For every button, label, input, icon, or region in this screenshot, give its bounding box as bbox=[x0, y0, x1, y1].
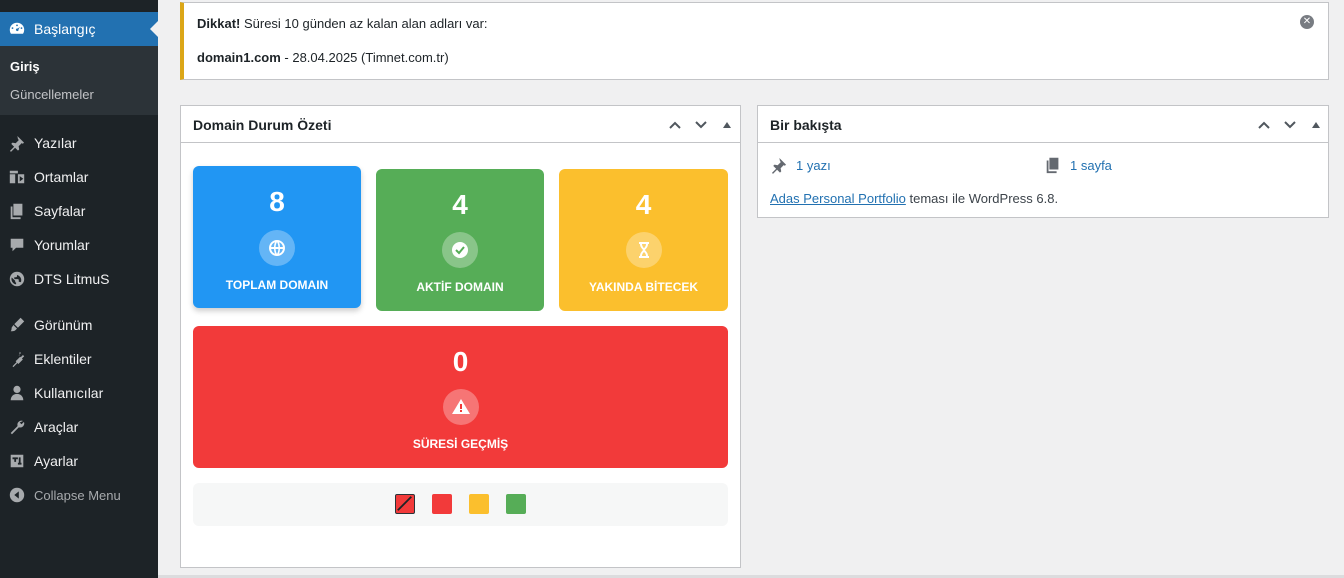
active-domain-count: 4 bbox=[452, 189, 468, 220]
media-icon bbox=[0, 168, 34, 186]
theme-info: Adas Personal Portfolio teması ile WordP… bbox=[770, 191, 1058, 206]
active-domain-card: 4 AKTİF DOMAIN bbox=[376, 169, 544, 311]
dismiss-notice-icon[interactable]: ✕ bbox=[1300, 15, 1314, 29]
widget-header: Bir bakışta bbox=[758, 106, 1328, 143]
menu-label-tools: Araçlar bbox=[34, 419, 79, 435]
collapse-menu-button[interactable]: Collapse Menu bbox=[0, 478, 158, 512]
plugins-icon bbox=[0, 350, 34, 368]
total-domain-count: 8 bbox=[269, 186, 285, 217]
notice-domain-line: domain1.com - 28.04.2025 (Timnet.com.tr) bbox=[197, 50, 449, 65]
menu-item-dts-litmus[interactable]: DTS LitmuS bbox=[0, 262, 158, 296]
menu-label-dts-litmus: DTS LitmuS bbox=[34, 271, 110, 287]
submenu-item-home[interactable]: Giriş bbox=[10, 59, 40, 74]
expiring-soon-label: YAKINDA BİTECEK bbox=[588, 280, 699, 294]
expired-domain-count: 0 bbox=[452, 346, 469, 377]
notice-domain-detail: - 28.04.2025 (Timnet.com.tr) bbox=[280, 50, 449, 65]
menu-label-users: Kullanıcılar bbox=[34, 385, 104, 401]
glance-pages-count: 1 sayfa bbox=[1070, 157, 1112, 173]
legend-swatch-expired-icon bbox=[395, 494, 415, 514]
collapse-icon bbox=[0, 486, 34, 504]
widget-title: Domain Durum Özeti bbox=[193, 117, 332, 133]
move-down-icon[interactable] bbox=[690, 114, 712, 136]
menu-item-settings[interactable]: Ayarlar bbox=[0, 444, 158, 478]
menu-item-comments[interactable]: Yorumlar bbox=[0, 228, 158, 262]
glance-posts-link[interactable]: 1 yazı bbox=[770, 156, 831, 174]
active-domain-label: AKTİF DOMAIN bbox=[416, 280, 504, 294]
expired-domain-card: 0 SÜRESİ GEÇMİŞ bbox=[193, 326, 728, 468]
glance-pages-link[interactable]: 1 sayfa bbox=[1044, 156, 1112, 174]
menu-item-media[interactable]: Ortamlar bbox=[0, 160, 158, 194]
appearance-icon bbox=[0, 316, 34, 334]
legend-swatch-red bbox=[432, 494, 452, 514]
menu-item-plugins[interactable]: Eklentiler bbox=[0, 342, 158, 376]
notice-text: Süresi 10 günden az kalan alan adları va… bbox=[240, 16, 488, 31]
at-a-glance-widget: Bir bakışta 1 yazı 1 sayfa Adas Personal… bbox=[757, 105, 1329, 218]
move-up-icon[interactable] bbox=[1253, 114, 1275, 136]
legend-swatch-yellow bbox=[469, 494, 489, 514]
expiring-soon-card: 4 YAKINDA BİTECEK bbox=[559, 169, 728, 311]
dashboard-submenu: Giriş Güncellemeler bbox=[0, 46, 158, 115]
menu-label-appearance: Görünüm bbox=[34, 317, 93, 333]
submenu-item-updates[interactable]: Güncellemeler bbox=[10, 87, 94, 102]
toggle-panel-icon[interactable] bbox=[716, 114, 738, 136]
hourglass-icon bbox=[625, 232, 662, 268]
comments-icon bbox=[0, 236, 34, 254]
notice-domain-name: domain1.com bbox=[197, 50, 281, 65]
expired-domain-label: SÜRESİ GEÇMİŞ bbox=[412, 437, 509, 451]
pin-icon bbox=[771, 157, 787, 174]
users-icon bbox=[0, 384, 34, 402]
tools-icon bbox=[0, 418, 34, 436]
theme-link[interactable]: Adas Personal Portfolio bbox=[770, 191, 906, 206]
widget-header: Domain Durum Özeti bbox=[181, 106, 740, 143]
menu-item-tools[interactable]: Araçlar bbox=[0, 410, 158, 444]
pages-icon bbox=[0, 202, 34, 220]
notice-bold-label: Dikkat! bbox=[197, 16, 241, 31]
domain-status-widget: Domain Durum Özeti 8 TOPLAM DOMAIN 4 AKT… bbox=[180, 105, 741, 568]
menu-item-users[interactable]: Kullanıcılar bbox=[0, 376, 158, 410]
status-color-legend bbox=[193, 483, 728, 526]
expiring-soon-count: 4 bbox=[635, 189, 652, 220]
menu-label-settings: Ayarlar bbox=[34, 453, 79, 469]
globe-icon bbox=[259, 230, 295, 266]
warning-icon bbox=[442, 389, 479, 425]
menu-label-media: Ortamlar bbox=[34, 169, 89, 185]
collapse-menu-label: Collapse Menu bbox=[34, 487, 121, 503]
menu-label-plugins: Eklentiler bbox=[34, 351, 92, 367]
theme-info-suffix: teması ile WordPress 6.8. bbox=[905, 191, 1059, 206]
widget-title: Bir bakışta bbox=[770, 117, 842, 133]
pages-icon bbox=[1046, 157, 1059, 174]
total-domain-card: 8 TOPLAM DOMAIN bbox=[193, 166, 361, 308]
total-domain-label: TOPLAM DOMAIN bbox=[225, 278, 329, 292]
active-menu-arrow bbox=[150, 21, 158, 37]
menu-item-appearance[interactable]: Görünüm bbox=[0, 308, 158, 342]
move-down-icon[interactable] bbox=[1279, 114, 1301, 136]
move-up-icon[interactable] bbox=[664, 114, 686, 136]
expiry-warning-notice: Dikkat! Süresi 10 günden az kalan alan a… bbox=[180, 2, 1329, 80]
admin-sidebar: Başlangıç Giriş Güncellemeler Yazılar Or… bbox=[0, 0, 158, 578]
globe-icon bbox=[0, 270, 34, 288]
notice-message: Dikkat! Süresi 10 günden az kalan alan a… bbox=[197, 16, 488, 31]
menu-label-comments: Yorumlar bbox=[34, 237, 90, 253]
settings-icon bbox=[0, 452, 34, 470]
pin-icon bbox=[0, 134, 34, 152]
menu-item-dashboard[interactable]: Başlangıç bbox=[0, 12, 158, 46]
menu-item-posts[interactable]: Yazılar bbox=[0, 126, 158, 160]
menu-label-dashboard: Başlangıç bbox=[34, 21, 96, 37]
legend-swatch-green bbox=[506, 494, 526, 514]
toggle-panel-icon[interactable] bbox=[1305, 114, 1327, 136]
menu-label-posts: Yazılar bbox=[34, 135, 77, 151]
menu-label-pages: Sayfalar bbox=[34, 203, 86, 219]
menu-item-pages[interactable]: Sayfalar bbox=[0, 194, 158, 228]
check-circle-icon bbox=[442, 232, 478, 268]
dashboard-icon bbox=[0, 20, 34, 38]
glance-posts-count: 1 yazı bbox=[796, 157, 831, 173]
